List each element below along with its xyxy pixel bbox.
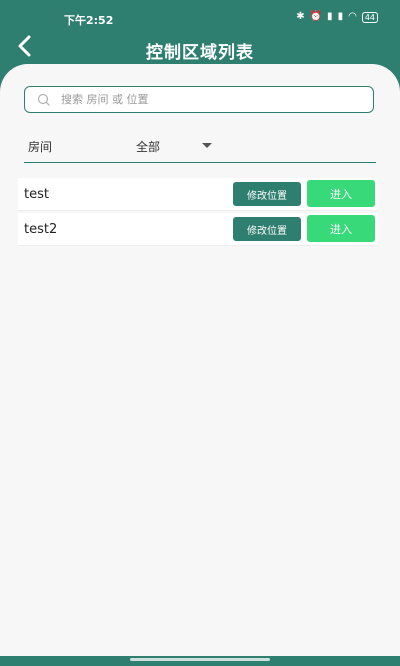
wifi-icon: ◠ (348, 11, 357, 22)
search-box[interactable] (24, 86, 374, 113)
home-indicator (130, 658, 270, 661)
item-name: test2 (24, 222, 58, 237)
bluetooth-icon: ✱ (296, 11, 305, 22)
edit-location-button[interactable]: 修改位置 (233, 217, 301, 241)
enter-button[interactable]: 进入 (307, 215, 375, 242)
edit-location-button[interactable]: 修改位置 (233, 182, 301, 206)
filter-label: 房间 (28, 140, 53, 154)
alarm-icon: ⏰ (309, 11, 323, 22)
search-icon (37, 93, 50, 106)
enter-button[interactable]: 进入 (307, 180, 375, 207)
item-name: test (24, 187, 49, 202)
list-item: test2 修改位置 进入 (18, 213, 378, 246)
room-filter-select[interactable]: 全部 (136, 138, 160, 155)
main-content: 房间 全部 test 修改位置 进入 test2 修改位置 进入 (0, 64, 400, 656)
status-time: 下午2:52 (64, 14, 114, 27)
search-input[interactable] (59, 92, 363, 107)
header: 控制区域列表 (0, 30, 400, 66)
chevron-down-icon[interactable] (202, 143, 212, 148)
page-title: 控制区域列表 (146, 43, 254, 63)
status-bar: 下午2:52 ✱ ⏰ ▮ ▮ ◠ 44 (0, 0, 400, 30)
room-filter: 房间 全部 (24, 130, 376, 163)
list-item: test 修改位置 进入 (18, 178, 378, 211)
status-icons: ✱ ⏰ ▮ ▮ ◠ 44 (296, 11, 378, 23)
area-list: test 修改位置 进入 test2 修改位置 进入 (18, 178, 378, 248)
battery-icon: 44 (361, 11, 378, 23)
signal-icon: ▮ (337, 11, 344, 22)
signal-icon: ▮ (327, 11, 333, 22)
